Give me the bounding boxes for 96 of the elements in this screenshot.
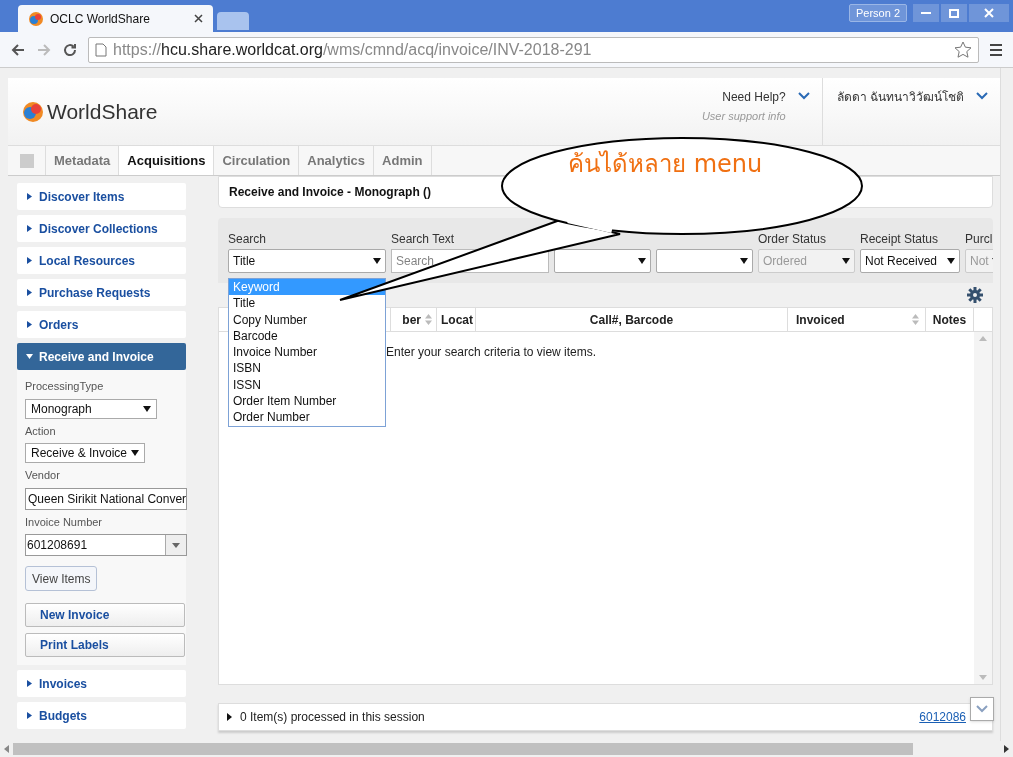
dropdown-option[interactable]: Barcode — [229, 327, 385, 345]
caret-icon — [143, 405, 151, 412]
caret-right-icon — [26, 225, 33, 232]
dropdown-option[interactable]: ISBN — [229, 360, 385, 377]
filter-label: Order Status — [758, 231, 828, 246]
scroll-left-icon[interactable] — [4, 745, 9, 753]
nav-tab[interactable]: Circulation — [214, 146, 300, 175]
action-button[interactable]: New Invoice — [25, 603, 185, 627]
caret-icon — [842, 258, 850, 264]
empty-message: Enter your search criteria to view items. — [386, 345, 597, 359]
caret-icon — [172, 542, 180, 548]
forward-icon[interactable] — [36, 41, 52, 58]
sort-icon — [425, 314, 432, 325]
scroll-up-icon[interactable] — [979, 336, 987, 341]
logo-icon — [28, 10, 44, 27]
sidebar-item[interactable]: Discover Items — [17, 183, 186, 210]
help-link[interactable]: Need Help? — [722, 88, 786, 106]
invoice-combo-field[interactable]: 601208691 — [25, 534, 187, 556]
select-field[interactable] — [656, 249, 753, 273]
sidebar-item[interactable]: Invoices — [17, 670, 186, 697]
caret-icon — [947, 258, 955, 264]
scroll-right-icon[interactable] — [1004, 745, 1009, 753]
maximize-icon[interactable] — [941, 4, 967, 22]
dropdown-option[interactable]: Title — [229, 295, 385, 312]
panel-title: Receive and Invoice - Monograph () — [229, 184, 432, 201]
field-label: ProcessingType — [25, 379, 105, 394]
sidebar-item[interactable]: Receive and Invoice — [17, 343, 186, 370]
view-items-button[interactable]: View Items — [25, 566, 98, 591]
url-text: https://hcu.share.worldcat.org/wms/cmnd/acq/invoice/INV-2018-291 — [113, 39, 592, 60]
sidebar-item[interactable]: Orders — [17, 311, 186, 338]
caret-icon — [638, 258, 646, 264]
sidebar-item[interactable]: Purchase Requests — [17, 279, 186, 306]
scroll-down-icon[interactable] — [979, 675, 987, 680]
select-field[interactable] — [554, 249, 651, 273]
menu-icon[interactable] — [989, 42, 1003, 57]
sort-icon — [912, 314, 919, 325]
dropdown-option[interactable]: Order Item Number — [229, 393, 385, 410]
dropdown-option[interactable]: Copy Number — [229, 311, 385, 328]
caret-right-icon — [26, 257, 33, 264]
caret-icon — [373, 258, 381, 264]
filter-label: Purcl — [965, 231, 993, 246]
filter-label: Search — [228, 231, 268, 246]
logo-icon — [22, 100, 44, 123]
browser-tab[interactable]: OCLC WorldShare — [18, 5, 213, 32]
field-label: Invoice Number — [25, 514, 104, 530]
caret-icon — [740, 258, 748, 264]
column-header[interactable]: ber — [391, 308, 437, 331]
dropdown-option[interactable]: Invoice Number — [229, 344, 385, 361]
dropdown-option[interactable]: Order Number — [229, 409, 385, 426]
action-button[interactable]: Print Labels — [25, 633, 185, 657]
caret-right-icon — [26, 712, 33, 719]
back-icon[interactable] — [10, 41, 26, 58]
caret-right-icon — [26, 193, 33, 200]
page-icon — [95, 42, 107, 57]
column-header[interactable]: Invoiced — [788, 308, 926, 331]
callout-text: ค้นได้หลาย menu — [568, 149, 763, 180]
close-icon[interactable] — [194, 14, 203, 23]
select-field[interactable]: Receive & Invoice — [25, 443, 145, 463]
filter-label: Receipt Status — [860, 231, 940, 246]
caret-right-icon — [26, 289, 33, 296]
nav-tab[interactable]: Analytics — [299, 146, 375, 175]
caret-right-icon[interactable] — [227, 713, 232, 721]
column-header[interactable]: Notes — [926, 308, 974, 331]
reload-icon[interactable] — [62, 41, 78, 58]
field-label: Vendor — [25, 468, 61, 483]
nav-tab[interactable]: Admin — [374, 146, 432, 175]
settings-icon[interactable] — [967, 287, 983, 303]
logo-text: WorldShare — [47, 98, 158, 125]
caret-right-icon — [26, 321, 33, 328]
caret-right-icon — [26, 680, 33, 687]
minimize-icon[interactable] — [913, 4, 939, 22]
chevron-down-icon — [976, 705, 988, 713]
select-field[interactable]: Not Received — [860, 249, 960, 273]
select-field[interactable]: Title — [228, 249, 386, 273]
filter-label: Search Text — [391, 231, 456, 246]
invoice-link[interactable]: 6012086 — [919, 708, 966, 726]
sidebar-item[interactable]: Discover Collections — [17, 215, 186, 242]
session-summary: 0 Item(s) processed in this session — [240, 709, 426, 726]
sidebar-item[interactable]: Budgets — [17, 702, 186, 729]
nav-tab[interactable]: Acquisitions — [119, 146, 215, 175]
scrollbar-thumb[interactable] — [13, 743, 913, 755]
address-field[interactable]: https://hcu.share.worldcat.org/wms/cmnd/acq/invoice/INV-2018-291 — [88, 36, 979, 63]
chevron-down-icon[interactable] — [797, 92, 810, 100]
caret-icon — [131, 450, 139, 456]
column-header[interactable]: Locat — [437, 308, 476, 331]
sidebar-item[interactable]: Local Resources — [17, 247, 186, 274]
dropdown-option[interactable]: ISSN — [229, 376, 385, 394]
expand-button[interactable] — [970, 697, 994, 721]
field-label: Action — [25, 423, 57, 439]
caret-down-icon — [26, 353, 33, 360]
chevron-down-icon[interactable] — [976, 92, 988, 100]
vendor-field[interactable]: Queen Sirikit National Conver — [25, 487, 187, 510]
select-field[interactable]: Monograph — [25, 398, 157, 419]
user-name[interactable]: ลัดดา ฉันทนาวิวัฒน์โชติ — [836, 88, 964, 106]
column-header[interactable]: Call#, Barcode — [476, 308, 788, 331]
star-icon[interactable] — [954, 40, 972, 59]
